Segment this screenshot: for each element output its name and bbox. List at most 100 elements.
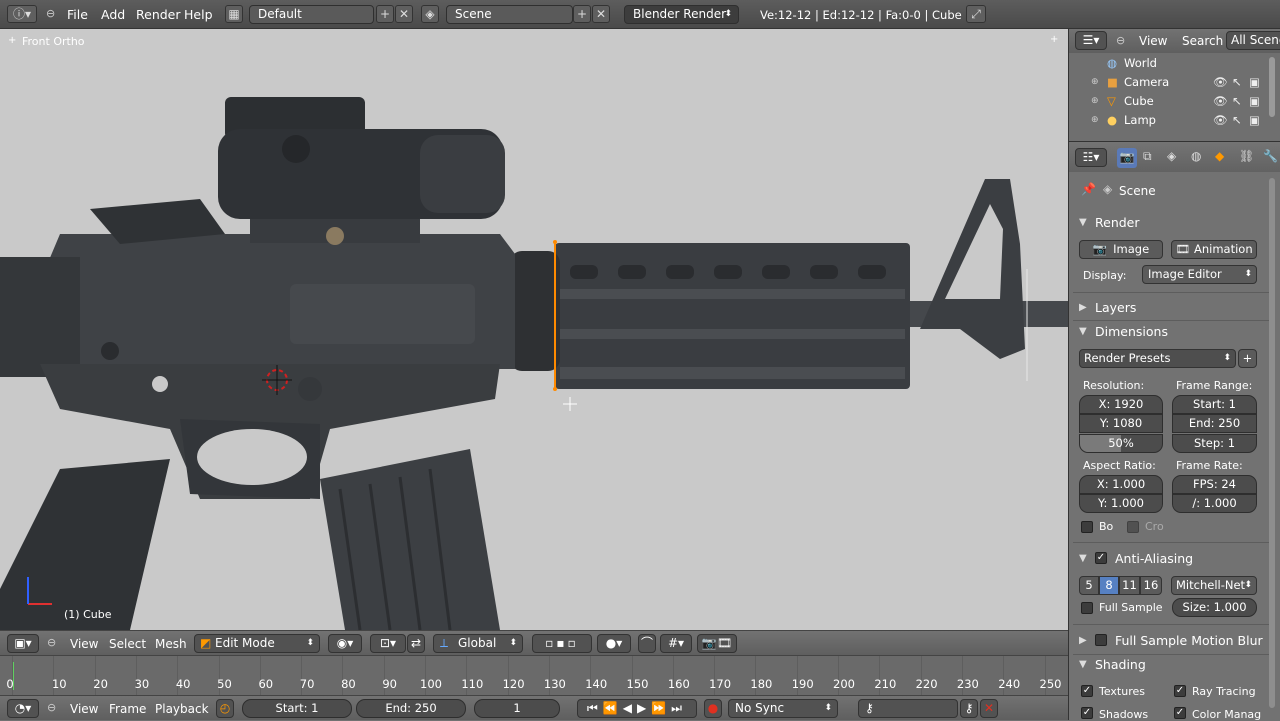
outliner-scrollbar[interactable]	[1269, 57, 1275, 117]
visibility-eye-icon[interactable]: 👁	[1213, 111, 1228, 130]
menu-search[interactable]: Search	[1182, 34, 1223, 48]
select-mode-icons[interactable]: ▫▪▫	[532, 634, 592, 653]
world-tab-icon[interactable]: ◍	[1191, 149, 1201, 163]
filter-size-field[interactable]: Size: 1.000	[1172, 598, 1257, 617]
fsmb-section-title[interactable]: Full Sample Motion Blur	[1115, 633, 1263, 648]
modifiers-tab-icon[interactable]: 🔧	[1263, 149, 1278, 163]
collapse-menu-icon[interactable]: ⊖	[47, 636, 56, 649]
visibility-eye-icon[interactable]: 👁	[1213, 92, 1228, 111]
outliner-row-lamp[interactable]: ⊕ ● Lamp 👁 ↖ ▣	[1069, 111, 1269, 130]
menu-playback[interactable]: Playback	[155, 702, 209, 716]
record-icon[interactable]: ●	[704, 699, 722, 718]
aa-samples-11[interactable]: 11	[1119, 576, 1140, 595]
add-preset-icon[interactable]: +	[1238, 349, 1257, 368]
render-camera-icon[interactable]: ▣	[1249, 73, 1260, 92]
crop-checkbox[interactable]	[1127, 521, 1139, 533]
fps-base-field[interactable]: /: 1.000	[1172, 494, 1257, 513]
layers-toggle-icon[interactable]: ▶	[1079, 302, 1087, 313]
expand-icon[interactable]: ⊕	[1091, 92, 1099, 111]
keying-set-field[interactable]: ⚷	[858, 699, 958, 718]
insert-keyframe-icon[interactable]: ⚷	[960, 699, 978, 718]
collapse-menu-icon[interactable]: ⊖	[1116, 34, 1125, 47]
menu-add[interactable]: Add	[101, 7, 125, 22]
add-scene-icon[interactable]: +	[573, 5, 591, 23]
dimensions-section-title[interactable]: Dimensions	[1095, 324, 1168, 339]
snap-element-icon[interactable]: #▾	[660, 634, 692, 653]
aspect-x-field[interactable]: X: 1.000	[1079, 475, 1163, 494]
menu-frame[interactable]: Frame	[109, 702, 146, 716]
aa-checkbox[interactable]: ✓	[1095, 552, 1107, 564]
remove-layout-icon[interactable]: ✕	[395, 5, 413, 23]
fullscreen-icon[interactable]: ⤢	[966, 5, 986, 23]
render-camera-icon[interactable]: ▣	[1249, 92, 1260, 111]
full-sample-checkbox[interactable]	[1081, 602, 1093, 614]
mode-select[interactable]: Edit Mode ◩ ⬍	[194, 634, 320, 653]
constraints-tab-icon[interactable]: ⛓	[1239, 149, 1254, 163]
select-arrow-icon[interactable]: ↖	[1232, 73, 1242, 92]
outliner-row-world[interactable]: ◍ World	[1069, 54, 1269, 73]
raytracing-checkbox[interactable]: ✓	[1174, 685, 1186, 697]
aa-filter-select[interactable]: Mitchell-Net ⬍	[1171, 576, 1257, 595]
editor-type-properties-icon[interactable]: ☷▾	[1075, 148, 1107, 167]
end-frame-field[interactable]: End: 250	[356, 699, 466, 718]
menu-mesh[interactable]: Mesh	[155, 637, 187, 651]
editor-type-3d-icon[interactable]: ▣▾	[7, 634, 39, 653]
display-select[interactable]: Image Editor ⬍	[1142, 265, 1257, 284]
render-engine-select[interactable]: Blender Render ⬍	[624, 5, 739, 24]
aa-samples-16[interactable]: 16	[1140, 576, 1162, 595]
delete-keyframe-icon[interactable]: ✕	[980, 699, 998, 718]
collapse-menu-icon[interactable]: ⊖	[47, 701, 56, 714]
viewport-plus-icon[interactable]: +	[8, 35, 16, 46]
editor-type-outliner-icon[interactable]: ☰▾	[1075, 31, 1107, 50]
pivot-point-icon[interactable]: ⊡▾	[370, 634, 406, 653]
fsmb-toggle-icon[interactable]: ▶	[1079, 635, 1087, 646]
render-section-toggle-icon[interactable]: ▼	[1079, 217, 1087, 228]
menu-select[interactable]: Select	[109, 637, 146, 651]
3d-viewport[interactable]: + Front Ortho + (1) Cube	[0, 29, 1068, 630]
dimensions-toggle-icon[interactable]: ▼	[1079, 326, 1087, 337]
display-filter-select[interactable]: All Scenes	[1226, 31, 1280, 50]
remove-scene-icon[interactable]: ✕	[592, 5, 610, 23]
shading-toggle-icon[interactable]: ▼	[1079, 659, 1087, 670]
menu-file[interactable]: File	[67, 7, 88, 22]
render-camera-icon[interactable]: ▣	[1249, 111, 1260, 130]
shading-section-title[interactable]: Shading	[1095, 657, 1146, 672]
frame-end-field[interactable]: End: 250	[1172, 414, 1257, 433]
render-tab-camera-icon[interactable]: 📷	[1117, 148, 1137, 168]
render-section-title[interactable]: Render	[1095, 215, 1140, 230]
aa-toggle-icon[interactable]: ▼	[1079, 553, 1087, 564]
orientation-select[interactable]: Global ⟂ ⬍	[433, 634, 523, 653]
render-preview-icons[interactable]: 📷🎞	[697, 634, 737, 653]
fps-field[interactable]: FPS: 24	[1172, 475, 1257, 494]
outliner-row-cube[interactable]: ⊕ ▽ Cube 👁 ↖ ▣	[1069, 92, 1269, 111]
fsmb-checkbox[interactable]	[1095, 634, 1107, 646]
visibility-eye-icon[interactable]: 👁	[1213, 73, 1228, 92]
render-presets-select[interactable]: Render Presets ⬍	[1079, 349, 1236, 368]
timeline-area[interactable]: 0 10 20 30 40 50 60 70 80 90 100 110 120 130 140 150 160…	[0, 655, 1068, 696]
color-management-checkbox[interactable]: ✓	[1174, 707, 1186, 719]
aa-samples-5[interactable]: 5	[1079, 576, 1099, 595]
properties-scrollbar[interactable]	[1269, 178, 1275, 708]
add-layout-icon[interactable]: +	[376, 5, 394, 23]
preview-range-icon[interactable]: ◴	[216, 699, 234, 718]
proportional-edit-icon[interactable]: ●▾	[597, 634, 631, 653]
menu-help[interactable]: Help	[184, 7, 213, 22]
scene-icon[interactable]: ◈	[421, 5, 439, 23]
aspect-y-field[interactable]: Y: 1.000	[1079, 494, 1163, 513]
layers-section-title[interactable]: Layers	[1095, 300, 1136, 315]
frame-start-field[interactable]: Start: 1	[1172, 395, 1257, 414]
render-image-button[interactable]: 📷 Image	[1079, 240, 1163, 259]
expand-icon[interactable]: ⊕	[1091, 73, 1099, 92]
select-arrow-icon[interactable]: ↖	[1232, 111, 1242, 130]
menu-view[interactable]: View	[70, 637, 98, 651]
select-arrow-icon[interactable]: ↖	[1232, 92, 1242, 111]
menu-view[interactable]: View	[70, 702, 98, 716]
aa-section-title[interactable]: Anti-Aliasing	[1115, 551, 1193, 566]
screen-layout-icon[interactable]: ▦	[225, 5, 243, 23]
manipulator-icon[interactable]: ⇄	[407, 634, 425, 653]
editor-type-info-icon[interactable]: ⓘ▾	[7, 5, 37, 23]
scene-tab-icon[interactable]: ◈	[1167, 149, 1176, 163]
collapse-menu-icon[interactable]: ⊖	[46, 7, 55, 20]
pin-icon[interactable]: 📌	[1081, 182, 1096, 196]
playback-controls[interactable]: ⏮⏪◀▶⏩⏭	[577, 699, 697, 718]
